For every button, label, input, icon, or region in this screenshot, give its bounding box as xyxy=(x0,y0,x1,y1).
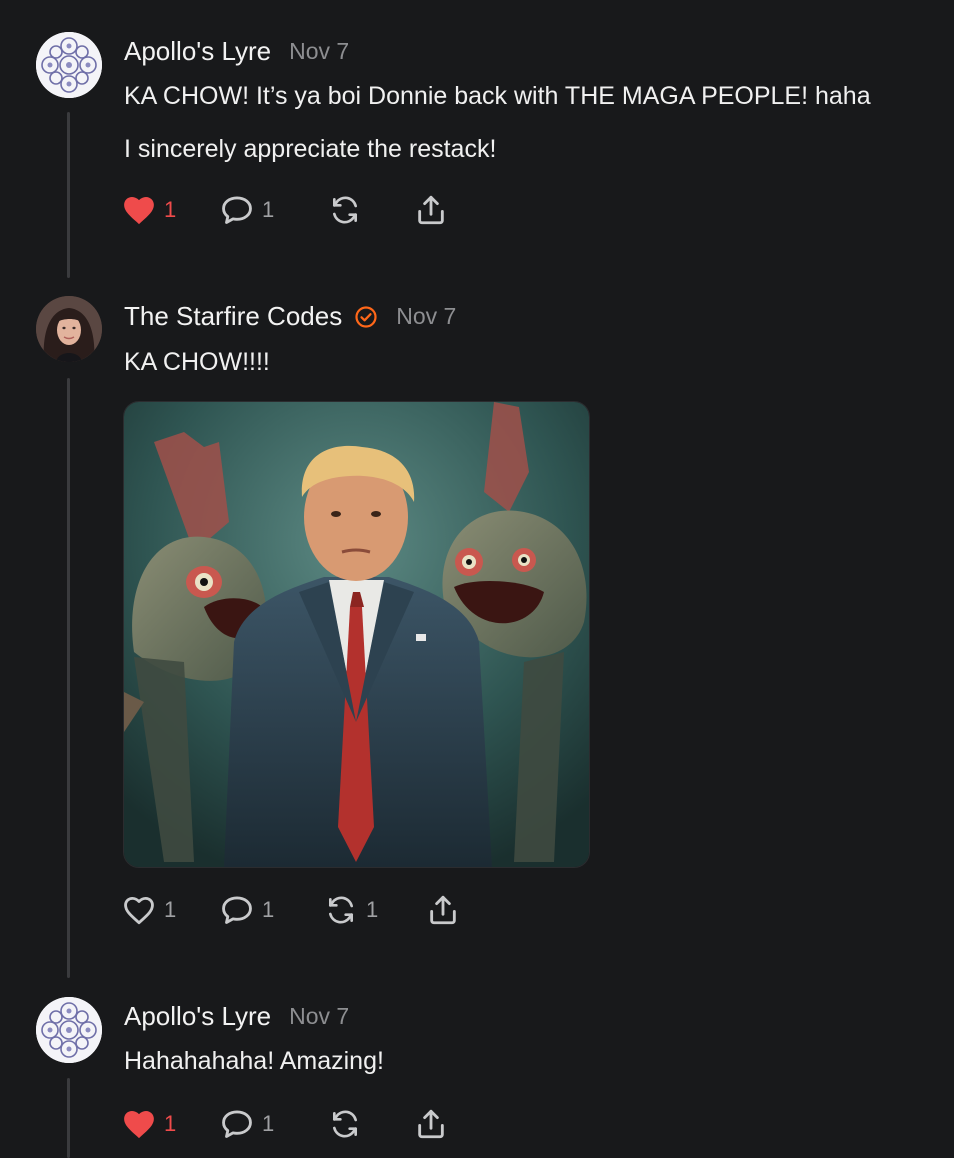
like-button[interactable]: 1 xyxy=(122,890,176,930)
restack-button[interactable] xyxy=(328,190,362,230)
share-button[interactable] xyxy=(414,190,448,230)
comment-icon xyxy=(222,896,252,924)
avatar[interactable] xyxy=(36,32,102,98)
thread-line xyxy=(67,1078,70,1158)
share-icon xyxy=(430,895,456,925)
comment-count: 1 xyxy=(262,1111,275,1136)
like-count: 1 xyxy=(164,897,177,922)
restack-button[interactable]: 1 xyxy=(324,890,378,930)
like-button[interactable]: 1 xyxy=(122,190,176,230)
restack-icon xyxy=(333,1110,357,1138)
post-date[interactable]: Nov 7 xyxy=(289,38,349,65)
restack-button[interactable] xyxy=(328,1104,362,1144)
heart-icon xyxy=(124,196,154,225)
author-name[interactable]: The Starfire Codes xyxy=(124,301,342,332)
avatar[interactable] xyxy=(36,997,102,1063)
restack-icon xyxy=(333,196,357,224)
heart-icon xyxy=(124,896,154,925)
like-button[interactable]: 1 xyxy=(122,1104,176,1144)
comment-text: KA CHOW! It’s ya boi Donnie back with TH… xyxy=(124,82,871,110)
thread-line xyxy=(67,112,70,278)
share-icon xyxy=(418,1109,444,1139)
author-name[interactable]: Apollo's Lyre xyxy=(124,36,271,67)
restack-icon xyxy=(329,896,353,924)
comment-button[interactable]: 1 xyxy=(220,890,274,930)
verified-badge-icon xyxy=(354,305,378,329)
restack-count: 1 xyxy=(366,897,379,922)
comment-button[interactable]: 1 xyxy=(220,190,274,230)
comment-text: I sincerely appreciate the restack! xyxy=(124,135,497,163)
comment-text: Hahahahaha! Amazing! xyxy=(124,1047,384,1075)
post-date[interactable]: Nov 7 xyxy=(396,303,456,330)
share-button[interactable] xyxy=(414,1104,448,1144)
like-count: 1 xyxy=(164,197,177,222)
post-date[interactable]: Nov 7 xyxy=(289,1003,349,1030)
share-icon xyxy=(418,195,444,225)
comment-text: KA CHOW!!!! xyxy=(124,348,270,376)
comment-icon xyxy=(222,196,252,224)
share-button[interactable] xyxy=(426,890,460,930)
heart-icon xyxy=(124,1110,154,1139)
avatar[interactable] xyxy=(36,296,102,362)
post-image[interactable] xyxy=(123,401,590,868)
comment-button[interactable]: 1 xyxy=(220,1104,274,1144)
thread-line xyxy=(67,378,70,978)
comment-count: 1 xyxy=(262,897,275,922)
comment-count: 1 xyxy=(262,197,275,222)
author-name[interactable]: Apollo's Lyre xyxy=(124,1001,271,1032)
like-count: 1 xyxy=(164,1111,177,1136)
comment-icon xyxy=(222,1110,252,1138)
